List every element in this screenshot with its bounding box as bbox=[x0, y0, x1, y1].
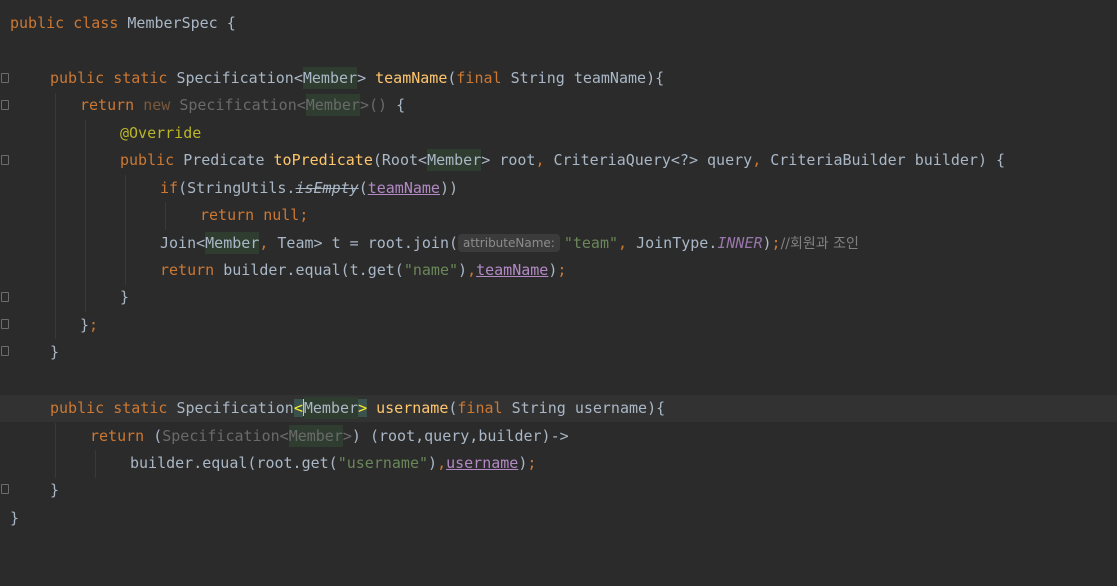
captured-parameter: teamName bbox=[367, 179, 440, 197]
class-name: MemberSpec bbox=[127, 14, 218, 32]
string-literal: "username" bbox=[337, 454, 429, 472]
matched-bracket: > bbox=[358, 399, 368, 417]
brace: } bbox=[50, 343, 60, 361]
keyword: if bbox=[160, 179, 179, 197]
matched-bracket: < bbox=[293, 399, 303, 417]
type-name: Root bbox=[381, 151, 419, 169]
brace: } bbox=[80, 316, 90, 334]
method-call: builder.equal( bbox=[130, 454, 257, 472]
class-ref: StringUtils. bbox=[187, 179, 296, 197]
generic-type: Member bbox=[303, 397, 359, 419]
keyword: return bbox=[160, 261, 215, 279]
method-call: root.get( bbox=[256, 454, 338, 472]
type-name: Join bbox=[160, 234, 197, 252]
keyword: return bbox=[80, 96, 135, 114]
enum-constant: INNER bbox=[717, 234, 763, 252]
generic-type: Member bbox=[288, 425, 343, 447]
code-editor[interactable]: public class MemberSpec { public static … bbox=[0, 0, 1117, 564]
keyword: final bbox=[457, 399, 503, 417]
generic-type: Member bbox=[427, 149, 482, 171]
type-name: String bbox=[511, 399, 566, 417]
code-line[interactable]: public class MemberSpec { bbox=[0, 10, 1117, 37]
parameter: username bbox=[574, 399, 648, 417]
code-line[interactable]: @Override bbox=[0, 120, 1117, 147]
code-line[interactable]: } bbox=[0, 284, 1117, 311]
code-line[interactable]: return (Specification<Member>) (root,que… bbox=[0, 423, 1117, 450]
string-literal: "team" bbox=[563, 234, 619, 252]
type-name: CriteriaQuery<?> bbox=[553, 151, 699, 169]
keyword: class bbox=[73, 14, 119, 32]
code-line[interactable]: if(StringUtils.isEmpty(teamName)) bbox=[0, 175, 1117, 202]
generic-type: Member bbox=[302, 67, 358, 89]
code-line[interactable]: return builder.equal(t.get("name"),teamN… bbox=[0, 257, 1117, 284]
keyword: public bbox=[50, 69, 105, 87]
generic-type: Member bbox=[205, 232, 260, 254]
keyword: static bbox=[113, 399, 168, 417]
parameter-hint: attributeName: bbox=[458, 234, 560, 252]
keyword: public bbox=[50, 399, 105, 417]
code-line[interactable]: } bbox=[0, 505, 1117, 532]
captured-parameter: teamName bbox=[476, 261, 549, 279]
captured-parameter: username bbox=[446, 454, 519, 472]
type-name: Specification bbox=[162, 427, 280, 445]
code-line[interactable]: Join<Member, Team> t = root.join(attribu… bbox=[0, 230, 1117, 257]
brace: } bbox=[120, 288, 130, 306]
current-code-line[interactable]: public static Specification<Member> user… bbox=[0, 395, 1117, 422]
generic-type: Member bbox=[305, 94, 360, 116]
method-call: t.get( bbox=[349, 261, 404, 279]
type-name: Specification bbox=[176, 399, 294, 417]
type-name: Specification bbox=[176, 69, 294, 87]
parameter: teamName bbox=[573, 69, 647, 87]
method-name: teamName bbox=[375, 69, 448, 87]
method-call: root.join( bbox=[367, 234, 459, 252]
lambda-params: (root,query,builder)-> bbox=[369, 427, 569, 445]
code-line[interactable]: builder.equal(root.get("username"),usern… bbox=[0, 450, 1117, 477]
code-line[interactable]: } bbox=[0, 339, 1117, 366]
type-name: CriteriaBuilder bbox=[770, 151, 906, 169]
variable: t bbox=[331, 234, 341, 252]
string-literal: "name" bbox=[403, 261, 459, 279]
type-name: String bbox=[510, 69, 565, 87]
class-ref: JoinType. bbox=[636, 234, 718, 252]
brace: { bbox=[226, 14, 236, 32]
parameter: query bbox=[707, 151, 753, 169]
parameter: builder bbox=[914, 151, 978, 169]
method-call: builder.equal( bbox=[223, 261, 350, 279]
brace: } bbox=[10, 509, 20, 527]
type-name: Predicate bbox=[183, 151, 265, 169]
keyword: public bbox=[10, 14, 65, 32]
code-line[interactable]: }; bbox=[0, 312, 1117, 339]
type-name: Team bbox=[277, 234, 314, 252]
method-name: toPredicate bbox=[273, 151, 373, 169]
keyword: return bbox=[200, 206, 255, 224]
deprecated-method: isEmpty bbox=[295, 179, 359, 197]
code-line[interactable]: return null; bbox=[0, 202, 1117, 229]
keyword: null bbox=[263, 206, 300, 224]
keyword: final bbox=[456, 69, 502, 87]
method-name: username bbox=[376, 399, 449, 417]
keyword: new bbox=[143, 96, 171, 114]
annotation: @Override bbox=[120, 124, 202, 142]
comment: //회원과 조인 bbox=[780, 236, 859, 252]
code-line[interactable]: public Predicate toPredicate(Root<Member… bbox=[0, 147, 1117, 174]
type-name: Specification bbox=[179, 96, 297, 114]
code-line[interactable]: public static Specification<Member> team… bbox=[0, 65, 1117, 92]
keyword: public bbox=[120, 151, 175, 169]
code-line[interactable]: } bbox=[0, 477, 1117, 504]
keyword: static bbox=[113, 69, 168, 87]
brace: } bbox=[50, 481, 60, 499]
code-line[interactable]: return new Specification<Member>() { bbox=[0, 92, 1117, 119]
keyword: return bbox=[90, 427, 145, 445]
parameter: root bbox=[499, 151, 536, 169]
